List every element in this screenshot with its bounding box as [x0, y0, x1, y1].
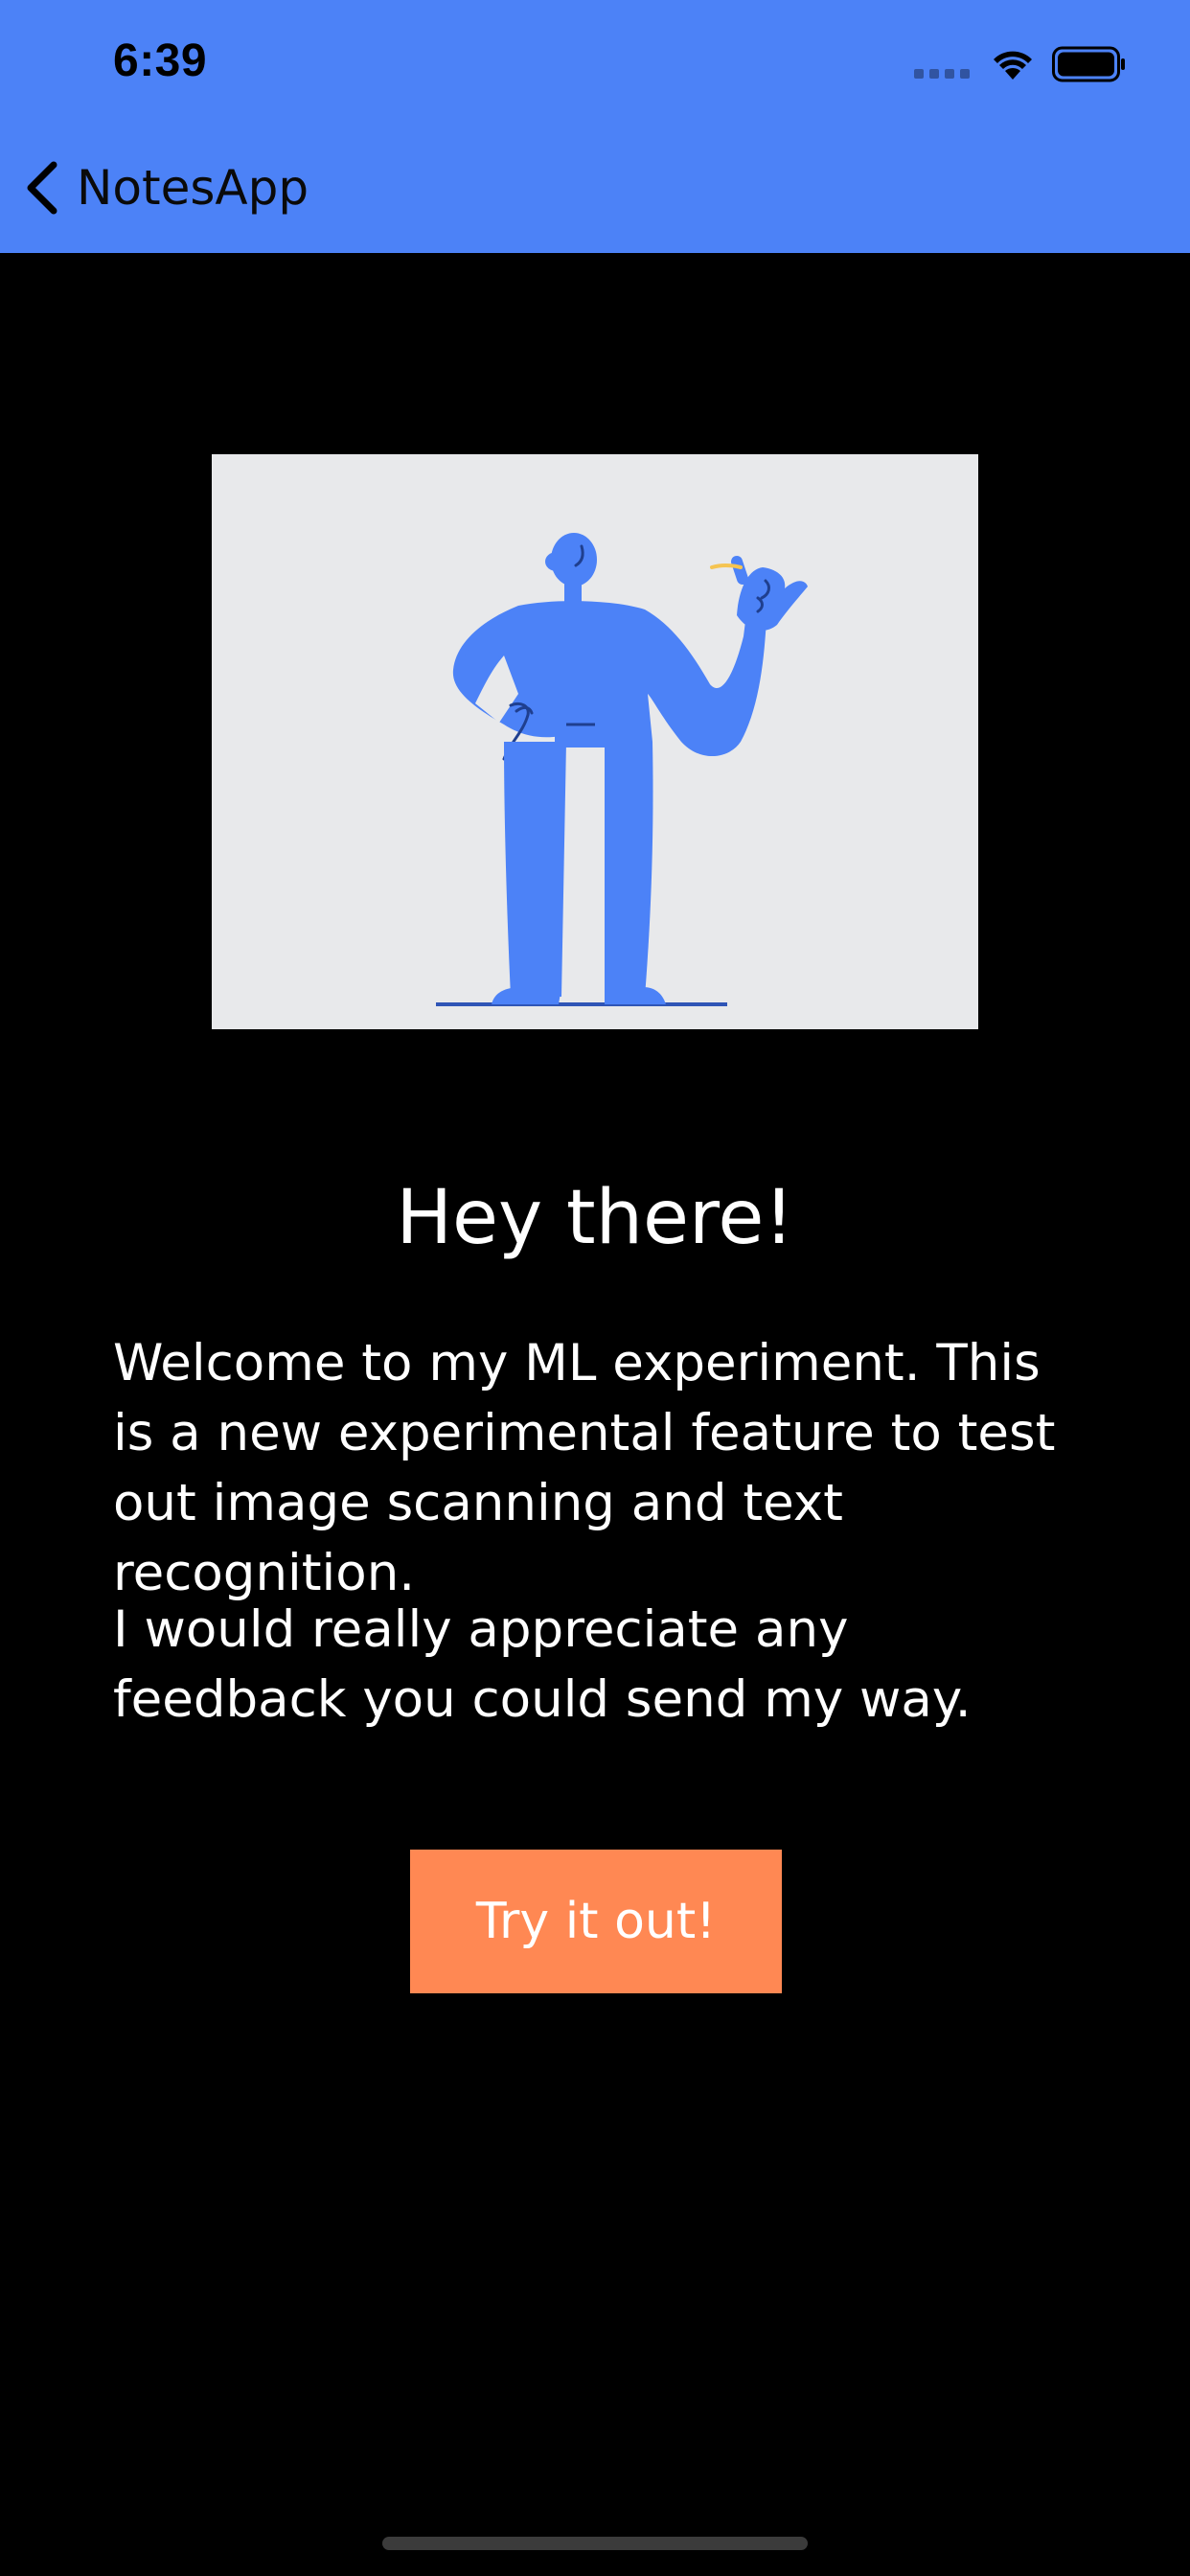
cellular-signal-icon [914, 50, 970, 79]
status-icons [914, 42, 1127, 86]
feedback-paragraph: I would really appreciate any feedback y… [113, 1600, 972, 1729]
home-indicator[interactable] [382, 2537, 808, 2550]
page-title: Hey there! [396, 1175, 794, 1261]
try-it-out-button[interactable]: Try it out! [410, 1850, 782, 1993]
status-time: 6:39 [113, 35, 208, 86]
screen: 6:39 NotesApp Hey there! Welcome to my M… [0, 0, 1190, 2576]
person-figure-icon [436, 533, 808, 1006]
wifi-icon [994, 51, 1032, 80]
header-bar: 6:39 NotesApp [0, 0, 1190, 253]
chevron-left-icon [27, 161, 57, 215]
battery-icon [1052, 46, 1125, 82]
back-button[interactable]: NotesApp [21, 153, 309, 222]
intro-paragraph: Welcome to my ML experiment. This is a n… [113, 1334, 1056, 1602]
waving-person-illustration [212, 454, 978, 1029]
back-button-label: NotesApp [77, 160, 309, 216]
